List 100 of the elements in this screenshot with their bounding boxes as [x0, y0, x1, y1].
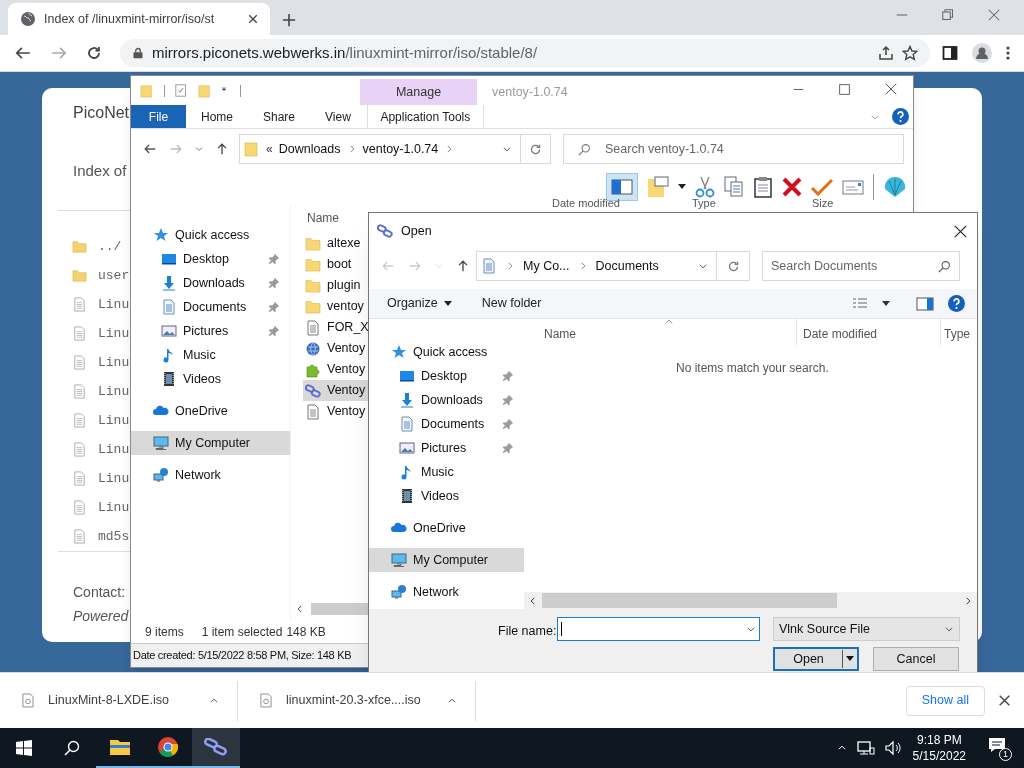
ribbon-tab[interactable]: Home — [186, 105, 248, 128]
cancel-button[interactable]: Cancel — [873, 647, 959, 671]
listing-link[interactable]: user — [98, 265, 130, 286]
file-row[interactable]: Ventoy — [303, 359, 369, 380]
nav-item[interactable]: Quick access — [369, 340, 524, 364]
file-row[interactable]: FOR_X — [303, 317, 369, 338]
nav-item[interactable]: Music — [369, 460, 524, 484]
clock-time: 9:18 PM — [916, 732, 962, 748]
documents-icon — [399, 416, 415, 432]
organize-menu[interactable]: Organize — [387, 294, 452, 313]
scrollbar-thumb[interactable] — [542, 593, 837, 608]
listing-link[interactable]: Linu — [98, 468, 130, 489]
network-icon — [153, 467, 169, 483]
vlnk-button[interactable] — [192, 728, 240, 768]
search-icon — [938, 259, 951, 273]
file-row[interactable]: Ventoy — [303, 338, 369, 359]
breadcrumb[interactable]: ventoy-1.0.74 — [362, 139, 439, 159]
listing-link[interactable]: md5s — [98, 526, 130, 547]
file-type-dropdown[interactable]: Vlnk Source File — [773, 617, 960, 641]
file-menu-tab[interactable]: File — [131, 105, 186, 128]
listing-link[interactable]: Linu — [98, 352, 130, 373]
nav-item[interactable]: My Computer — [131, 431, 290, 455]
refresh-button[interactable] — [717, 251, 750, 281]
context-tab[interactable]: Manage — [360, 79, 477, 105]
file-name-field[interactable] — [557, 617, 760, 641]
address-bar[interactable]: mirrors.piconets.webwerks.in/linuxmint-mirror/iso/stable/8/ — [120, 39, 930, 67]
new-folder-button[interactable]: New folder — [481, 294, 542, 313]
nav-item[interactable]: Downloads — [369, 388, 524, 412]
search-field[interactable]: Search ventoy-1.0.74 — [563, 134, 904, 164]
file-row[interactable]: Ventoy — [303, 401, 369, 422]
preview-pane-button[interactable] — [606, 173, 638, 201]
nav-item[interactable]: Downloads — [131, 271, 290, 295]
download-item[interactable]: LinuxMint-8-LXDE.iso — [0, 680, 238, 721]
listing-link[interactable]: Linu — [98, 439, 130, 460]
ribbon-tab[interactable]: View — [310, 105, 366, 128]
show-all-button[interactable]: Show all — [905, 685, 985, 716]
listing-link[interactable]: Linu — [98, 497, 130, 518]
close-icon — [954, 224, 967, 238]
file-row[interactable]: plugin — [303, 275, 369, 296]
bookmark-star-icon — [902, 45, 918, 61]
nav-item[interactable]: Music — [131, 343, 290, 367]
nav-item[interactable]: Pictures — [131, 319, 290, 343]
listing-link[interactable]: Linu — [98, 381, 130, 402]
file-row[interactable]: Ventoy — [303, 380, 369, 401]
breadcrumb[interactable]: My Co... — [523, 256, 570, 276]
open-button[interactable]: Open — [773, 647, 859, 671]
dropdown-arrow-icon — [678, 184, 686, 190]
listing-link[interactable]: Linu — [98, 410, 130, 431]
back-icon — [143, 142, 157, 156]
refresh-button[interactable] — [521, 134, 551, 164]
nav-item[interactable]: Pictures — [369, 436, 524, 460]
menu-icon — [1006, 45, 1010, 61]
envelope-icon — [842, 179, 864, 195]
nav-item[interactable]: Videos — [131, 367, 290, 391]
listing-link[interactable]: Linu — [98, 294, 130, 315]
empty-message: No items match your search. — [676, 360, 829, 377]
share-icon — [878, 45, 894, 61]
powered-by-text: Powered — [73, 607, 129, 626]
chrome-icon — [157, 736, 179, 758]
nav-item[interactable]: Documents — [131, 295, 290, 319]
file-row[interactable]: boot — [303, 254, 369, 275]
download-item[interactable]: linuxmint-20.3-xfce....iso — [238, 680, 476, 721]
column-header[interactable]: Type — [944, 325, 970, 343]
nav-item[interactable]: Network — [369, 580, 524, 604]
column-header[interactable]: Date modified — [803, 325, 878, 343]
selection-count: 1 item selected — [201, 624, 283, 641]
address-bar[interactable]: « Downloads ventoy-1.0.74 — [239, 134, 521, 164]
overflow-chevron[interactable]: « — [266, 140, 273, 158]
dropdown-arrow-icon — [443, 300, 452, 307]
nav-item[interactable]: Documents — [369, 412, 524, 436]
nav-item[interactable]: OneDrive — [131, 399, 290, 423]
pictures-icon — [399, 440, 415, 456]
address-bar[interactable]: My Co... Documents — [476, 251, 717, 281]
column-header[interactable]: Size — [812, 198, 834, 209]
context-ribbon-tab[interactable]: Application Tools — [366, 105, 484, 128]
browser-tab[interactable]: Index of /linuxmint-mirror/iso/st — [8, 3, 270, 35]
column-header[interactable]: Name — [544, 325, 576, 343]
ribbon-tab[interactable]: Share — [248, 105, 311, 128]
breadcrumb[interactable]: Downloads — [278, 139, 341, 159]
nav-item[interactable]: Quick access — [131, 223, 290, 247]
file-row[interactable]: ventoy — [303, 296, 369, 317]
properties-icon — [175, 83, 188, 98]
file-row[interactable]: altexe — [303, 233, 369, 254]
search-icon — [578, 142, 591, 156]
listing-link[interactable]: Linu — [98, 323, 130, 344]
nav-item[interactable]: OneDrive — [369, 516, 524, 540]
breadcrumb[interactable]: Documents — [595, 256, 659, 276]
column-header[interactable]: Name — [307, 209, 339, 227]
listing-link[interactable]: ../ — [98, 236, 122, 257]
nav-item[interactable]: Videos — [369, 484, 524, 508]
search-field[interactable]: Search Documents — [762, 251, 960, 281]
column-header[interactable]: Type — [692, 198, 716, 209]
nav-item[interactable]: Network — [131, 463, 290, 487]
disc-file-icon — [22, 693, 34, 708]
column-header[interactable]: Date modified — [552, 198, 620, 209]
nav-item[interactable]: Desktop — [131, 247, 290, 271]
nav-item[interactable]: Desktop — [369, 364, 524, 388]
windows-logo-icon — [16, 740, 32, 756]
folder-options-icon — [647, 176, 669, 198]
nav-item[interactable]: My Computer — [369, 548, 524, 572]
